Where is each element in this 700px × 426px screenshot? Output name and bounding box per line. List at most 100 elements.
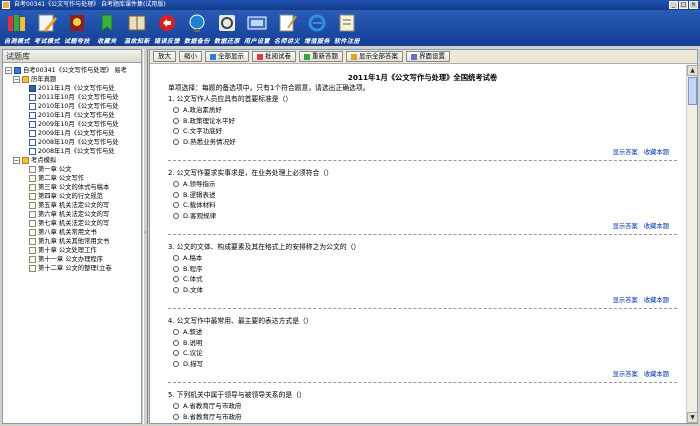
answer-option[interactable]: D.文体	[168, 285, 677, 296]
restart-button[interactable]: 重新答题	[299, 51, 343, 62]
tree-item-chapter[interactable]: 第十二章 公文的整理(立卷	[5, 264, 141, 273]
tree-group-past-papers[interactable]: − 历年真题	[5, 75, 141, 84]
tree-item-paper[interactable]: 2009年10月《公文写作与处	[5, 120, 141, 129]
collapse-icon[interactable]: −	[13, 76, 20, 83]
radio-button[interactable]	[173, 413, 179, 420]
answer-option[interactable]: C.文字功底好	[168, 126, 677, 137]
tree-item-chapter[interactable]: 第十章 公文处理工作	[5, 246, 141, 255]
toolbar-review[interactable]: 温故知新	[122, 10, 152, 46]
toolbar-register[interactable]: 软件注册	[332, 10, 362, 46]
answer-option[interactable]: B.政策理论水平好	[168, 116, 677, 127]
tree-item-chapter[interactable]: 第一章 公文	[5, 165, 141, 174]
tree-item-label: 第九章 机关其他常用文书	[38, 238, 110, 245]
tree-item-chapter[interactable]: 第十一章 公文办理程序	[5, 255, 141, 264]
scroll-up-icon[interactable]: ▲	[687, 65, 698, 76]
zoom-out-button[interactable]: 缩小	[179, 51, 202, 62]
toolbar-exam-mode[interactable]: 考试模式	[32, 10, 62, 46]
scroll-down-icon[interactable]: ▼	[687, 412, 698, 423]
maximize-button[interactable]: □	[679, 1, 688, 9]
radio-button[interactable]	[173, 117, 179, 124]
radio-button[interactable]	[173, 138, 179, 145]
answer-option[interactable]: B.逻辑表述	[168, 190, 677, 201]
radio-button[interactable]	[173, 265, 179, 272]
answer-option[interactable]: D.客观规律	[168, 211, 677, 222]
toolbar-user-settings[interactable]: 用户设置	[242, 10, 272, 46]
answer-option[interactable]: B.说明	[168, 338, 677, 349]
radio-button[interactable]	[173, 202, 179, 209]
radio-button[interactable]	[173, 107, 179, 114]
tree-item-paper[interactable]: 2008年10月《公文写作与处	[5, 138, 141, 147]
tree-item-chapter[interactable]: 第四章 公文的行文规范	[5, 192, 141, 201]
toolbar-exercises[interactable]: 试题夸技	[62, 10, 92, 46]
radio-button[interactable]	[173, 191, 179, 198]
tree-root[interactable]: − 自考00341《公文写作与处理》 易考	[5, 66, 141, 75]
radio-button[interactable]	[173, 255, 179, 262]
show-answer-link[interactable]: 显示答案	[613, 223, 638, 230]
tree-item-chapter[interactable]: 第九章 机关其他常用文书	[5, 237, 141, 246]
answer-option[interactable]: C.载体材料	[168, 200, 677, 211]
answer-option[interactable]: A.省教育厅与市政府	[168, 401, 677, 412]
radio-button[interactable]	[173, 350, 179, 357]
favorite-link[interactable]: 收藏本题	[644, 297, 669, 304]
show-answers-button[interactable]: 显示全部答案	[346, 51, 403, 62]
tree-item-chapter[interactable]: 第七章 机关法定公文的写	[5, 219, 141, 228]
answer-option[interactable]: A.稿本	[168, 253, 677, 264]
answer-option[interactable]: C.议论	[168, 348, 677, 359]
tree-item-chapter[interactable]: 第六章 机关法定公文的写	[5, 210, 141, 219]
collapse-icon[interactable]: −	[5, 67, 12, 74]
scroll-thumb[interactable]	[688, 77, 697, 105]
zoom-in-button[interactable]: 放大	[153, 51, 176, 62]
favorite-link[interactable]: 收藏本题	[644, 371, 669, 378]
show-answer-link[interactable]: 显示答案	[613, 297, 638, 304]
grade-paper-button[interactable]: 批阅试卷	[252, 51, 296, 62]
toolbar-feedback[interactable]: 错误反馈	[152, 10, 182, 46]
collapse-arrow-icon[interactable]: ‹	[144, 229, 146, 236]
tree-item-paper[interactable]: 2010年10月《公文写作与处	[5, 102, 141, 111]
collapse-icon[interactable]: −	[13, 157, 20, 164]
answer-option[interactable]: D.熟悉业务情况好	[168, 137, 677, 148]
tree-item-paper[interactable]: 2011年10月《公文写作与处	[5, 93, 141, 102]
tree-item-paper[interactable]: 2010年1月《公文写作与处	[5, 111, 141, 120]
tree-item-paper[interactable]: 2011年1月《公文写作与处	[5, 84, 141, 93]
panel-splitter[interactable]: ‹	[143, 49, 148, 424]
toolbar-lecture-notes[interactable]: 名师讲义	[272, 10, 302, 46]
minimize-button[interactable]: _	[669, 1, 678, 9]
radio-button[interactable]	[173, 212, 179, 219]
answer-option[interactable]: B.程序	[168, 264, 677, 275]
radio-button[interactable]	[173, 403, 179, 410]
close-button[interactable]: ×	[689, 1, 698, 9]
toolbar-restore[interactable]: 数据还原	[212, 10, 242, 46]
toolbar-backup[interactable]: 数据备份	[182, 10, 212, 46]
toolbar-self-test[interactable]: 自测模式	[2, 10, 32, 46]
show-answer-link[interactable]: 显示答案	[613, 149, 638, 156]
radio-button[interactable]	[173, 339, 179, 346]
ui-settings-button[interactable]: 界面设置	[406, 51, 450, 62]
tree-item-chapter[interactable]: 第五章 机关法定公文的写	[5, 201, 141, 210]
tree-item-chapter[interactable]: 第八章 机关常用文书	[5, 228, 141, 237]
tree-item-chapter[interactable]: 第二章 公文写作	[5, 174, 141, 183]
toolbar-favorites[interactable]: 收藏夹	[92, 10, 122, 46]
radio-button[interactable]	[173, 286, 179, 293]
radio-button[interactable]	[173, 181, 179, 188]
show-all-button[interactable]: 全部显示	[205, 51, 249, 62]
settings-icon	[411, 53, 417, 60]
favorite-link[interactable]: 收藏本题	[644, 149, 669, 156]
favorite-link[interactable]: 收藏本题	[644, 223, 669, 230]
radio-button[interactable]	[173, 360, 179, 367]
tree-item-paper[interactable]: 2009年1月《公文写作与处	[5, 129, 141, 138]
vertical-scrollbar[interactable]: ▲ ▼	[686, 65, 698, 423]
answer-option[interactable]: A.政治素质好	[168, 105, 677, 116]
tree-item-paper[interactable]: 2008年1月《公文写作与处	[5, 147, 141, 156]
radio-button[interactable]	[173, 329, 179, 336]
answer-option[interactable]: B.省教育厅与市政府	[168, 412, 677, 423]
answer-option[interactable]: A.领导指示	[168, 179, 677, 190]
radio-button[interactable]	[173, 276, 179, 283]
toolbar-value-added[interactable]: 增值服务	[302, 10, 332, 46]
tree-group-mock[interactable]: − 考点模拟	[5, 156, 141, 165]
answer-option[interactable]: D.描写	[168, 359, 677, 370]
answer-option[interactable]: C.体式	[168, 274, 677, 285]
tree-item-chapter[interactable]: 第三章 公文的体式与稿本	[5, 183, 141, 192]
radio-button[interactable]	[173, 128, 179, 135]
show-answer-link[interactable]: 显示答案	[613, 371, 638, 378]
answer-option[interactable]: A.叙述	[168, 327, 677, 338]
